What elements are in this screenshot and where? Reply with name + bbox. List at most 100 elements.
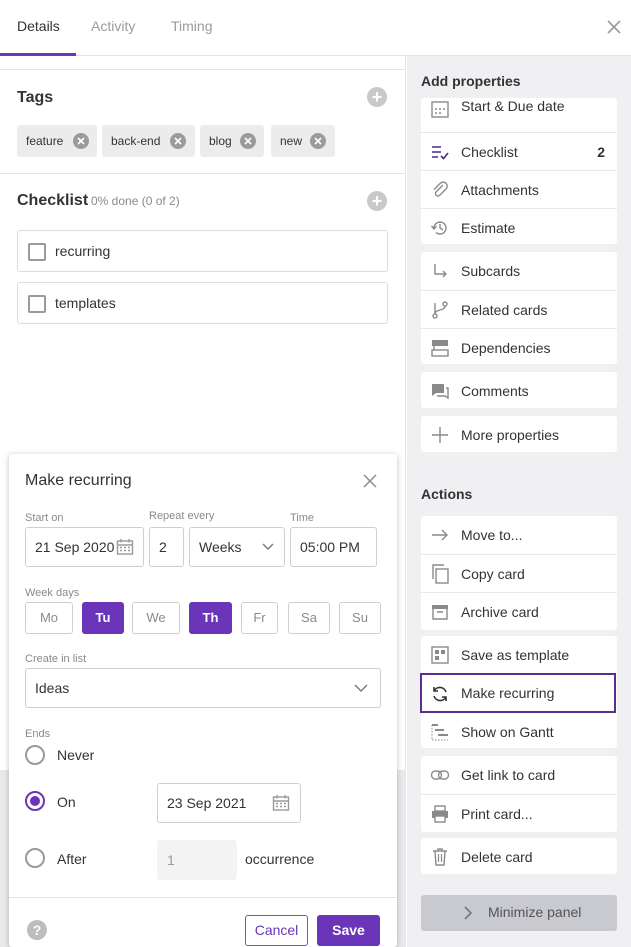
show-on-gantt-item[interactable]: Show on Gantt <box>421 713 617 748</box>
cancel-button[interactable]: Cancel <box>245 915 308 946</box>
ends-never-label[interactable]: Never <box>57 747 94 763</box>
more-properties-item[interactable]: More properties <box>421 416 617 452</box>
move-to-item[interactable]: Move to... <box>421 516 617 554</box>
start-on-label: Start on <box>25 512 64 524</box>
comments-item[interactable]: Comments <box>421 372 617 408</box>
dependencies-item[interactable]: Dependencies <box>421 328 617 364</box>
add-properties-heading: Add properties <box>421 73 521 89</box>
repeat-unit-value: Weeks <box>199 539 242 555</box>
weekday-su[interactable]: Su <box>339 602 381 634</box>
item-label: Show on Gantt <box>461 724 554 740</box>
subcard-arrow-icon <box>434 264 447 278</box>
remove-tag-icon[interactable] <box>170 133 186 149</box>
weekday-fr[interactable]: Fr <box>241 602 278 634</box>
gantt-icon <box>431 724 448 741</box>
item-label: Make recurring <box>461 685 555 701</box>
minimize-panel-button[interactable]: Minimize panel <box>421 895 617 931</box>
properties-panel: Add properties Start & Due date Checklis… <box>407 56 631 947</box>
occurrence-label: occurrence <box>245 851 315 867</box>
remove-tag-icon[interactable] <box>310 133 326 149</box>
item-label: Attachments <box>461 182 539 198</box>
weekday-sa[interactable]: Sa <box>288 602 330 634</box>
remove-tag-icon[interactable] <box>240 133 256 149</box>
time-field[interactable]: 05:00 PM <box>290 527 377 567</box>
create-in-list-label: Create in list <box>25 653 87 665</box>
ends-on-label[interactable]: On <box>57 794 76 810</box>
repeat-every-label: Repeat every <box>149 510 215 522</box>
calendar-icon[interactable] <box>116 538 134 556</box>
save-as-template-item[interactable]: Save as template <box>421 636 617 674</box>
card-tabs: Details Activity Timing <box>0 0 631 56</box>
weekday-tu[interactable]: Tu <box>82 602 124 634</box>
add-tag-icon[interactable]: + <box>367 87 387 107</box>
repeat-number-field[interactable]: 2 <box>149 527 184 567</box>
archive-card-item[interactable]: Archive card <box>421 592 617 630</box>
item-label: Start & Due date <box>461 98 565 114</box>
refresh-icon <box>433 686 447 702</box>
start-date-value: 21 Sep 2020 <box>35 539 115 555</box>
properties-group: Comments <box>421 372 617 408</box>
ends-never-radio[interactable] <box>25 745 45 765</box>
related-cards-item[interactable]: Related cards <box>421 290 617 328</box>
item-label: Dependencies <box>461 340 551 356</box>
close-icon[interactable] <box>363 474 377 488</box>
paperclip-icon <box>433 181 448 197</box>
tag-back-end[interactable]: back-end <box>102 125 195 157</box>
get-link-item[interactable]: Get link to card <box>421 756 617 794</box>
weekday-we[interactable]: We <box>132 602 180 634</box>
tag-label: new <box>280 134 303 148</box>
estimate-item[interactable]: Estimate <box>421 208 617 244</box>
copy-icon <box>432 564 449 584</box>
list-select[interactable]: Ideas <box>25 668 381 708</box>
dialog-title: Make recurring <box>25 472 132 489</box>
checklist-title: Checklist <box>17 192 89 209</box>
weekday-th[interactable]: Th <box>189 602 232 634</box>
save-button[interactable]: Save <box>317 915 380 946</box>
arrow-right-icon <box>432 529 448 541</box>
checkbox[interactable] <box>28 295 46 313</box>
occurrence-count-value: 1 <box>167 852 175 868</box>
ends-after-label[interactable]: After <box>57 851 87 867</box>
tab-activity[interactable]: Activity <box>91 18 135 34</box>
tag-feature[interactable]: feature <box>17 125 97 157</box>
end-date-field[interactable]: 23 Sep 2021 <box>157 783 301 823</box>
start-due-date-item[interactable]: Start & Due date <box>421 98 617 128</box>
attachments-item[interactable]: Attachments <box>421 170 617 208</box>
print-card-item[interactable]: Print card... <box>421 794 617 832</box>
make-recurring-item[interactable]: Make recurring <box>420 673 616 713</box>
subcards-item[interactable]: Subcards <box>421 252 617 290</box>
copy-card-item[interactable]: Copy card <box>421 554 617 592</box>
help-icon[interactable]: ? <box>27 920 47 940</box>
tag-blog[interactable]: blog <box>200 125 264 157</box>
checklist-item: recurring <box>17 230 388 272</box>
tag-new[interactable]: new <box>271 125 335 157</box>
history-icon <box>430 221 447 235</box>
tag-label: feature <box>26 134 64 148</box>
checklist-item-label[interactable]: templates <box>55 295 116 311</box>
delete-card-item[interactable]: Delete card <box>421 838 617 874</box>
tab-timing[interactable]: Timing <box>171 18 213 34</box>
item-label: Save as template <box>461 647 570 663</box>
weekday-mo[interactable]: Mo <box>25 602 73 634</box>
ends-after-radio[interactable] <box>25 848 45 868</box>
item-label: Subcards <box>461 263 521 279</box>
item-label: Checklist <box>461 144 518 160</box>
properties-group: Subcards Related cards Dependencies <box>421 252 617 364</box>
checkbox[interactable] <box>28 243 46 261</box>
start-date-field[interactable]: 21 Sep 2020 <box>25 527 144 567</box>
item-label: Get link to card <box>461 767 556 783</box>
checklist-item-label[interactable]: recurring <box>55 243 110 259</box>
occurrence-count-field[interactable]: 1 <box>157 840 237 880</box>
divider <box>0 69 406 70</box>
checklist-icon <box>432 146 449 160</box>
calendar-icon[interactable] <box>272 794 290 812</box>
checklist-item[interactable]: Checklist 2 <box>421 132 617 170</box>
ends-on-radio[interactable] <box>25 791 45 811</box>
repeat-unit-select[interactable]: Weeks <box>189 527 285 567</box>
tab-details[interactable]: Details <box>17 18 60 34</box>
repeat-number-value: 2 <box>159 539 167 555</box>
ends-label: Ends <box>25 728 51 740</box>
remove-tag-icon[interactable] <box>73 133 89 149</box>
add-checklist-item-icon[interactable]: + <box>367 191 387 211</box>
close-icon[interactable] <box>605 18 623 36</box>
